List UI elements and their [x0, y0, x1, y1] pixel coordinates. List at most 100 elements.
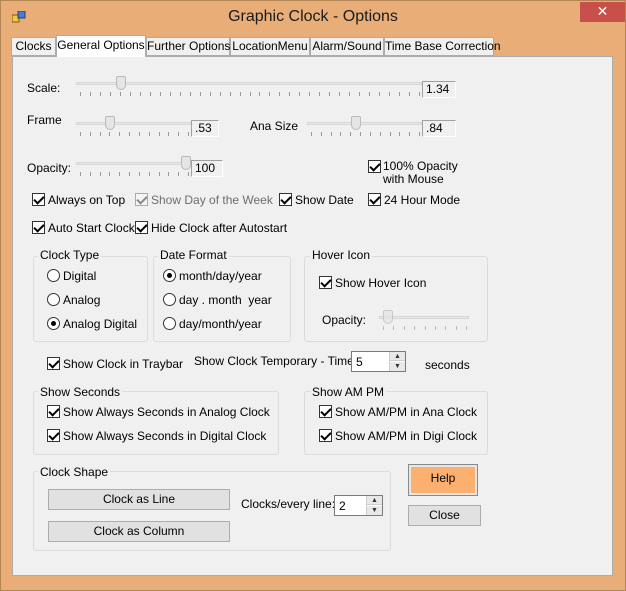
hour24-label: 24 Hour Mode: [384, 193, 461, 207]
date-format-dmy-dot-radio[interactable]: day . month year: [163, 293, 272, 307]
window-title: Graphic Clock - Options: [228, 8, 398, 25]
ana-size-slider[interactable]: [307, 115, 422, 139]
date-format-mdy-dot[interactable]: [163, 269, 176, 282]
full-opacity-mouse-label-line2: with Mouse: [383, 172, 444, 186]
show-ampm-title: Show AM PM: [310, 385, 387, 399]
show-day-of-week-check[interactable]: [135, 193, 148, 206]
clocks-per-line-spinner[interactable]: 2 ▲ ▼: [334, 495, 383, 516]
frame-slider[interactable]: [76, 115, 191, 139]
auto-start-checkbox[interactable]: Auto Start Clock: [32, 221, 135, 235]
clock-shape-title: Clock Shape: [38, 465, 111, 479]
full-opacity-mouse-label: 100% Opacity with Mouse: [383, 160, 458, 186]
tab-time-base-correction[interactable]: Time Base Correction: [384, 37, 501, 56]
clock-type-analog-digital-dot[interactable]: [47, 317, 60, 330]
hide-after-autostart-check[interactable]: [135, 221, 148, 234]
traybar-checkbox[interactable]: Show Clock in Traybar: [47, 357, 183, 371]
show-day-of-week-checkbox[interactable]: Show Day of the Week: [135, 193, 273, 207]
hide-after-autostart-checkbox[interactable]: Hide Clock after Autostart: [135, 221, 287, 235]
show-ampm-group: [304, 391, 488, 455]
hover-opacity-slider-thumb[interactable]: [383, 310, 393, 324]
hour24-check[interactable]: [368, 193, 381, 206]
clock-type-analog-digital-radio[interactable]: Analog Digital: [47, 317, 137, 331]
clocks-per-line-down-arrow-icon[interactable]: ▼: [367, 506, 382, 515]
date-format-dmy-slash-label: day/month/year: [179, 317, 262, 331]
hour24-checkbox[interactable]: 24 Hour Mode: [368, 193, 460, 207]
tab-clocks[interactable]: Clocks: [11, 37, 56, 56]
clocks-per-line-up-arrow-icon[interactable]: ▲: [367, 496, 382, 505]
date-format-dmy-slash-dot[interactable]: [163, 317, 176, 330]
auto-start-check[interactable]: [32, 221, 45, 234]
opacity-slider[interactable]: [76, 155, 191, 179]
options-window: Graphic Clock - Options ✕ Clocks General…: [0, 0, 626, 591]
scale-ticks: [80, 92, 420, 96]
show-date-label: Show Date: [295, 193, 354, 207]
temporary-unit-label: seconds: [425, 358, 470, 372]
seconds-analog-checkbox[interactable]: Show Always Seconds in Analog Clock: [47, 405, 270, 419]
full-opacity-mouse-check[interactable]: [368, 160, 381, 173]
seconds-digital-check[interactable]: [47, 429, 60, 442]
date-format-mdy-label: month/day/year: [179, 269, 262, 283]
scale-label: Scale:: [27, 81, 61, 95]
opacity-value: 100: [191, 160, 223, 177]
ana-size-slider-thumb[interactable]: [351, 116, 361, 130]
ampm-digi-check[interactable]: [319, 429, 332, 442]
full-opacity-mouse-checkbox[interactable]: [368, 160, 384, 174]
seconds-digital-checkbox[interactable]: Show Always Seconds in Digital Clock: [47, 429, 266, 443]
traybar-label: Show Clock in Traybar: [63, 357, 184, 371]
clock-type-digital-label: Digital: [63, 269, 97, 283]
ampm-digi-checkbox[interactable]: Show AM/PM in Digi Clock: [319, 429, 477, 443]
ana-size-ticks: [311, 132, 420, 136]
clock-type-analog-label: Analog: [63, 293, 101, 307]
date-format-dmy-dot-dot[interactable]: [163, 293, 176, 306]
show-hover-icon-label: Show Hover Icon: [335, 276, 427, 290]
frame-slider-thumb[interactable]: [105, 116, 115, 130]
clocks-per-line-value[interactable]: 2: [339, 499, 346, 513]
tab-location-menu[interactable]: LocationMenu: [230, 37, 310, 56]
ampm-ana-check[interactable]: [319, 405, 332, 418]
date-format-dmy-dot-label: day . month year: [179, 293, 272, 307]
close-button[interactable]: Close: [408, 505, 481, 526]
clock-type-analog-radio[interactable]: Analog: [47, 293, 100, 307]
clock-as-column-button[interactable]: Clock as Column: [48, 521, 230, 542]
clocks-per-line-label: Clocks/every line:: [241, 497, 336, 511]
temporary-down-arrow-icon[interactable]: ▼: [390, 362, 405, 371]
date-format-title: Date Format: [158, 248, 229, 262]
ampm-digi-label: Show AM/PM in Digi Clock: [335, 429, 478, 443]
general-options-panel: Scale: 1.34 Frame .53 Ana Size .84 Opaci…: [12, 56, 613, 576]
seconds-analog-check[interactable]: [47, 405, 60, 418]
clock-type-digital-dot[interactable]: [47, 269, 60, 282]
clock-type-digital-radio[interactable]: Digital: [47, 269, 96, 283]
temporary-time-spinner[interactable]: 5 ▲ ▼: [351, 351, 406, 372]
traybar-check[interactable]: [47, 357, 60, 370]
temporary-time-value[interactable]: 5: [356, 355, 363, 369]
hover-opacity-slider[interactable]: [379, 309, 469, 331]
window-close-button[interactable]: ✕: [580, 2, 625, 22]
opacity-slider-thumb[interactable]: [181, 156, 191, 170]
tab-alarm-sound[interactable]: Alarm/Sound: [310, 37, 384, 56]
temporary-time-label: Show Clock Temporary - Time:: [194, 354, 358, 368]
clock-as-line-button[interactable]: Clock as Line: [48, 489, 230, 510]
date-format-mdy-radio[interactable]: month/day/year: [163, 269, 262, 283]
frame-value: .53: [191, 120, 219, 137]
clock-type-analog-dot[interactable]: [47, 293, 60, 306]
opacity-label: Opacity:: [27, 161, 72, 175]
tab-further-options[interactable]: Further Options: [146, 37, 230, 56]
ampm-ana-label: Show AM/PM in Ana Clock: [335, 405, 478, 419]
show-hover-icon-check[interactable]: [319, 276, 332, 289]
show-seconds-title: Show Seconds: [38, 385, 123, 399]
help-button[interactable]: Help: [408, 464, 478, 496]
always-on-top-checkbox[interactable]: Always on Top: [32, 193, 125, 207]
title-bar[interactable]: Graphic Clock - Options ✕: [1, 1, 625, 33]
show-date-checkbox[interactable]: Show Date: [279, 193, 354, 207]
date-format-dmy-slash-radio[interactable]: day/month/year: [163, 317, 262, 331]
show-date-check[interactable]: [279, 193, 292, 206]
show-hover-icon-checkbox[interactable]: Show Hover Icon: [319, 276, 426, 290]
tab-general-options[interactable]: General Options: [56, 35, 146, 57]
ampm-ana-checkbox[interactable]: Show AM/PM in Ana Clock: [319, 405, 477, 419]
auto-start-label: Auto Start Clock: [48, 221, 135, 235]
scale-slider[interactable]: [76, 75, 422, 99]
scale-slider-thumb[interactable]: [116, 76, 126, 90]
temporary-up-arrow-icon[interactable]: ▲: [390, 352, 405, 361]
hide-after-autostart-label: Hide Clock after Autostart: [151, 221, 288, 235]
always-on-top-check[interactable]: [32, 193, 45, 206]
